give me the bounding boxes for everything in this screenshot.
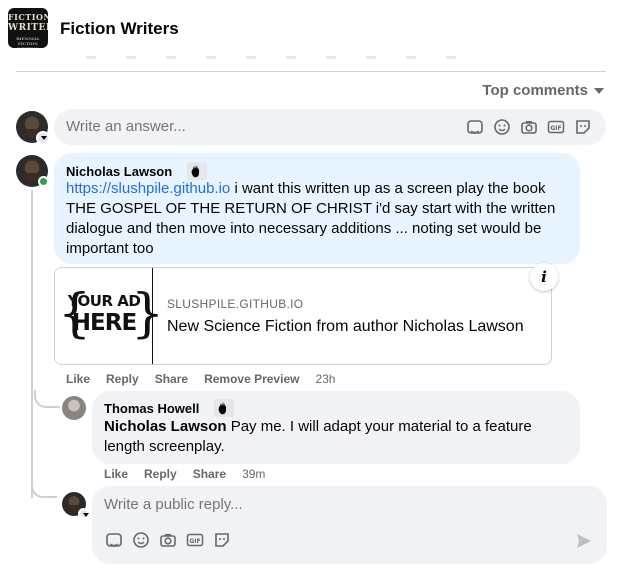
reply-bubble: Thomas Howell Nicholas Lawson Pay me. I … xyxy=(92,391,580,464)
reply-connector xyxy=(34,390,60,408)
reply-button[interactable]: Reply xyxy=(144,467,177,481)
like-button[interactable]: Like xyxy=(104,467,128,481)
comment-body: https://slushpile.github.io i want this … xyxy=(66,179,566,259)
comment-author-avatar[interactable] xyxy=(16,155,49,187)
emoji-icon[interactable] xyxy=(132,531,150,549)
share-button[interactable]: Share xyxy=(193,467,226,481)
link-preview-card[interactable]: { YOUR AD HERE } SLUSHPILE.GITHUB.IO New… xyxy=(54,267,552,365)
avatar-sticker-icon[interactable] xyxy=(574,118,592,136)
reply-timestamp[interactable]: 39m xyxy=(242,467,265,481)
reply-author-row: Thomas Howell xyxy=(104,399,234,418)
comment-actions: Like Reply Share Remove Preview 23h xyxy=(66,372,351,386)
link-preview-domain: SLUSHPILE.GITHUB.IO xyxy=(167,297,304,311)
group-logo-line-3: BIENNIAL FICTION WRITING CIRCLE xyxy=(16,36,40,48)
link-preview-thumbnail: { YOUR AD HERE } xyxy=(55,268,164,364)
current-user-avatar[interactable] xyxy=(62,492,89,519)
svg-text:GIF: GIF xyxy=(550,125,561,132)
send-icon[interactable] xyxy=(575,532,593,550)
chevron-down-icon[interactable] xyxy=(36,131,50,145)
gif-icon[interactable]: GIF xyxy=(547,118,565,136)
comment-author[interactable]: Nicholas Lawson xyxy=(66,164,172,179)
svg-text:GIF: GIF xyxy=(189,538,200,545)
answer-input[interactable] xyxy=(66,118,446,135)
avatar-sticker-icon[interactable] xyxy=(213,531,231,549)
reply-button[interactable]: Reply xyxy=(106,372,139,386)
reply-input[interactable] xyxy=(104,496,404,513)
comment-link[interactable]: https://slushpile.github.io xyxy=(66,180,230,197)
group-title[interactable]: Fiction Writers xyxy=(60,19,179,39)
caret-down-icon xyxy=(594,87,604,94)
gif-icon[interactable]: GIF xyxy=(186,531,204,549)
group-logo-line-2: WRITERS xyxy=(8,23,48,33)
comment-timestamp[interactable]: 23h xyxy=(315,372,335,386)
reply-composer[interactable]: GIF xyxy=(92,486,607,564)
camera-icon[interactable] xyxy=(159,531,177,549)
online-status-dot xyxy=(38,176,49,187)
camera-icon[interactable] xyxy=(520,118,538,136)
sort-label: Top comments xyxy=(482,82,588,99)
comment-bubble: Nicholas Lawson https://slushpile.github… xyxy=(54,153,580,264)
wave-badge-icon xyxy=(213,399,234,417)
answer-composer[interactable]: GIF xyxy=(54,109,606,145)
share-button[interactable]: Share xyxy=(155,372,188,386)
right-brace-glyph: } xyxy=(131,284,165,344)
sticker-icon[interactable] xyxy=(105,531,123,549)
reply-body: Nicholas Lawson Pay me. I will adapt you… xyxy=(104,417,574,457)
scrolled-post-remnant xyxy=(86,56,486,59)
reply-mention[interactable]: Nicholas Lawson xyxy=(104,418,227,435)
sort-dropdown[interactable]: Top comments xyxy=(482,82,604,99)
reply-author[interactable]: Thomas Howell xyxy=(104,401,199,416)
reply-author-avatar[interactable] xyxy=(62,396,86,420)
thumb-line-1: YOUR AD xyxy=(67,292,141,310)
wave-badge-icon xyxy=(186,162,207,180)
group-logo-line-1: FICTION xyxy=(8,12,48,22)
chevron-down-icon[interactable] xyxy=(78,508,89,519)
link-preview-title: New Science Fiction from author Nicholas… xyxy=(167,318,524,335)
composer-icon-row: GIF xyxy=(466,118,592,136)
reply-composer-connector xyxy=(31,480,57,498)
current-user-avatar[interactable] xyxy=(16,111,50,145)
emoji-icon[interactable] xyxy=(493,118,511,136)
reply-composer-icon-row: GIF xyxy=(105,531,231,549)
sticker-icon[interactable] xyxy=(466,118,484,136)
remove-preview-button[interactable]: Remove Preview xyxy=(204,372,299,386)
group-logo[interactable]: FICTION WRITERS BIENNIAL FICTION WRITING… xyxy=(8,8,48,48)
thumb-line-2: HERE xyxy=(71,310,137,336)
divider xyxy=(16,71,606,72)
info-icon[interactable]: i xyxy=(530,263,558,291)
like-button[interactable]: Like xyxy=(66,372,90,386)
reply-actions: Like Reply Share 39m xyxy=(104,467,281,481)
thread-line xyxy=(31,190,33,498)
